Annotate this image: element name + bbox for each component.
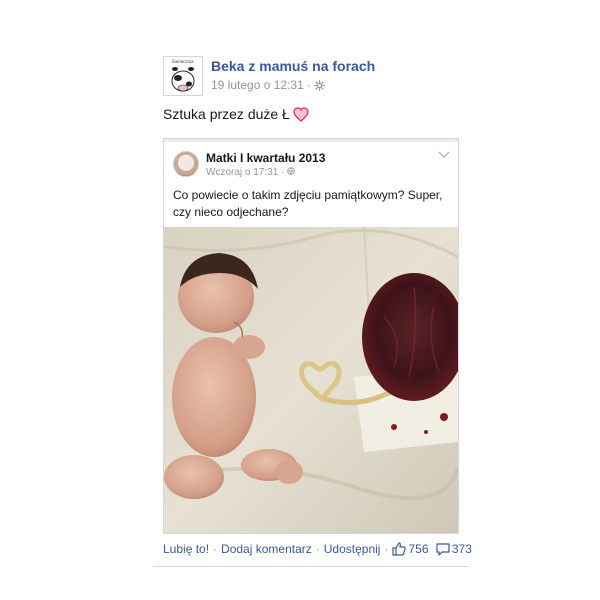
screenshot-top-band — [164, 139, 458, 142]
post-actions: Lubię to! · Dodaj komentarz · Udostępnij · 75… — [163, 542, 472, 556]
post-text-content: Sztuka przez duże Ł — [163, 106, 290, 122]
shared-text: Co powiecie o takim zdjęciu pamiątkowym?… — [173, 188, 443, 219]
globe-icon — [287, 167, 295, 175]
chevron-down-icon — [438, 151, 450, 158]
avatar-caption: Ewnecznia — [172, 59, 194, 64]
shared-meta: Wczoraj o 17:31 · — [206, 167, 295, 178]
comments-count[interactable]: 373 — [452, 542, 472, 556]
newborn-photo — [164, 227, 458, 533]
post-timestamp[interactable]: 19 lutego o 12:31 — [211, 78, 304, 92]
gear-icon[interactable] — [313, 80, 325, 91]
page-name-link[interactable]: Beka z mamuś na forach — [211, 58, 375, 74]
comment-icon[interactable] — [436, 543, 450, 556]
post-divider — [153, 566, 469, 567]
post-meta: 19 lutego o 12:31 · — [211, 78, 325, 92]
post-text: Sztuka przez duże Ł — [163, 106, 309, 122]
shared-screenshot[interactable]: Matki I kwartału 2013 Wczoraj o 17:31 · … — [163, 138, 459, 534]
shared-timestamp: Wczoraj o 17:31 — [206, 167, 279, 178]
page-avatar[interactable]: Ewnecznia — [163, 56, 203, 96]
shared-page-name: Matki I kwartału 2013 — [206, 151, 326, 165]
like-link[interactable]: Lubię to! — [163, 542, 209, 556]
comment-link[interactable]: Dodaj komentarz — [221, 542, 312, 556]
shared-avatar — [173, 151, 199, 177]
cow-logo-icon: Ewnecznia — [164, 57, 202, 95]
heart-icon — [293, 107, 309, 122]
share-link[interactable]: Udostępnij — [324, 542, 381, 556]
thumbs-up-icon[interactable] — [392, 542, 407, 556]
likes-count[interactable]: 756 — [408, 542, 428, 556]
